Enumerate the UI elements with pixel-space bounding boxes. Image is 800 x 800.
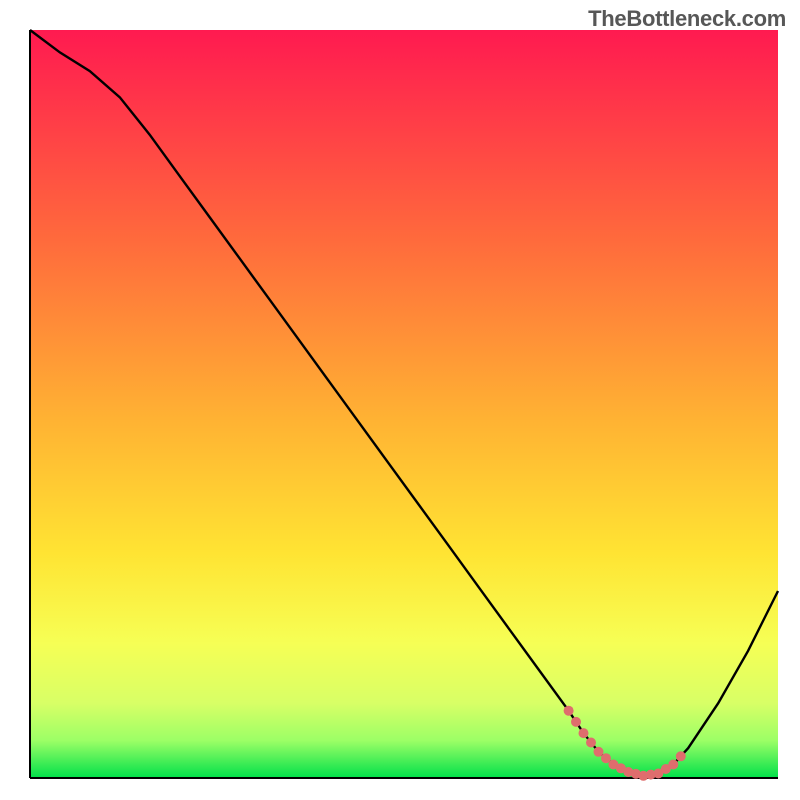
attribution-text: TheBottleneck.com	[588, 6, 786, 32]
bottleneck-chart: TheBottleneck.com	[0, 0, 800, 800]
chart-svg	[0, 0, 800, 800]
gradient-background	[30, 30, 778, 778]
